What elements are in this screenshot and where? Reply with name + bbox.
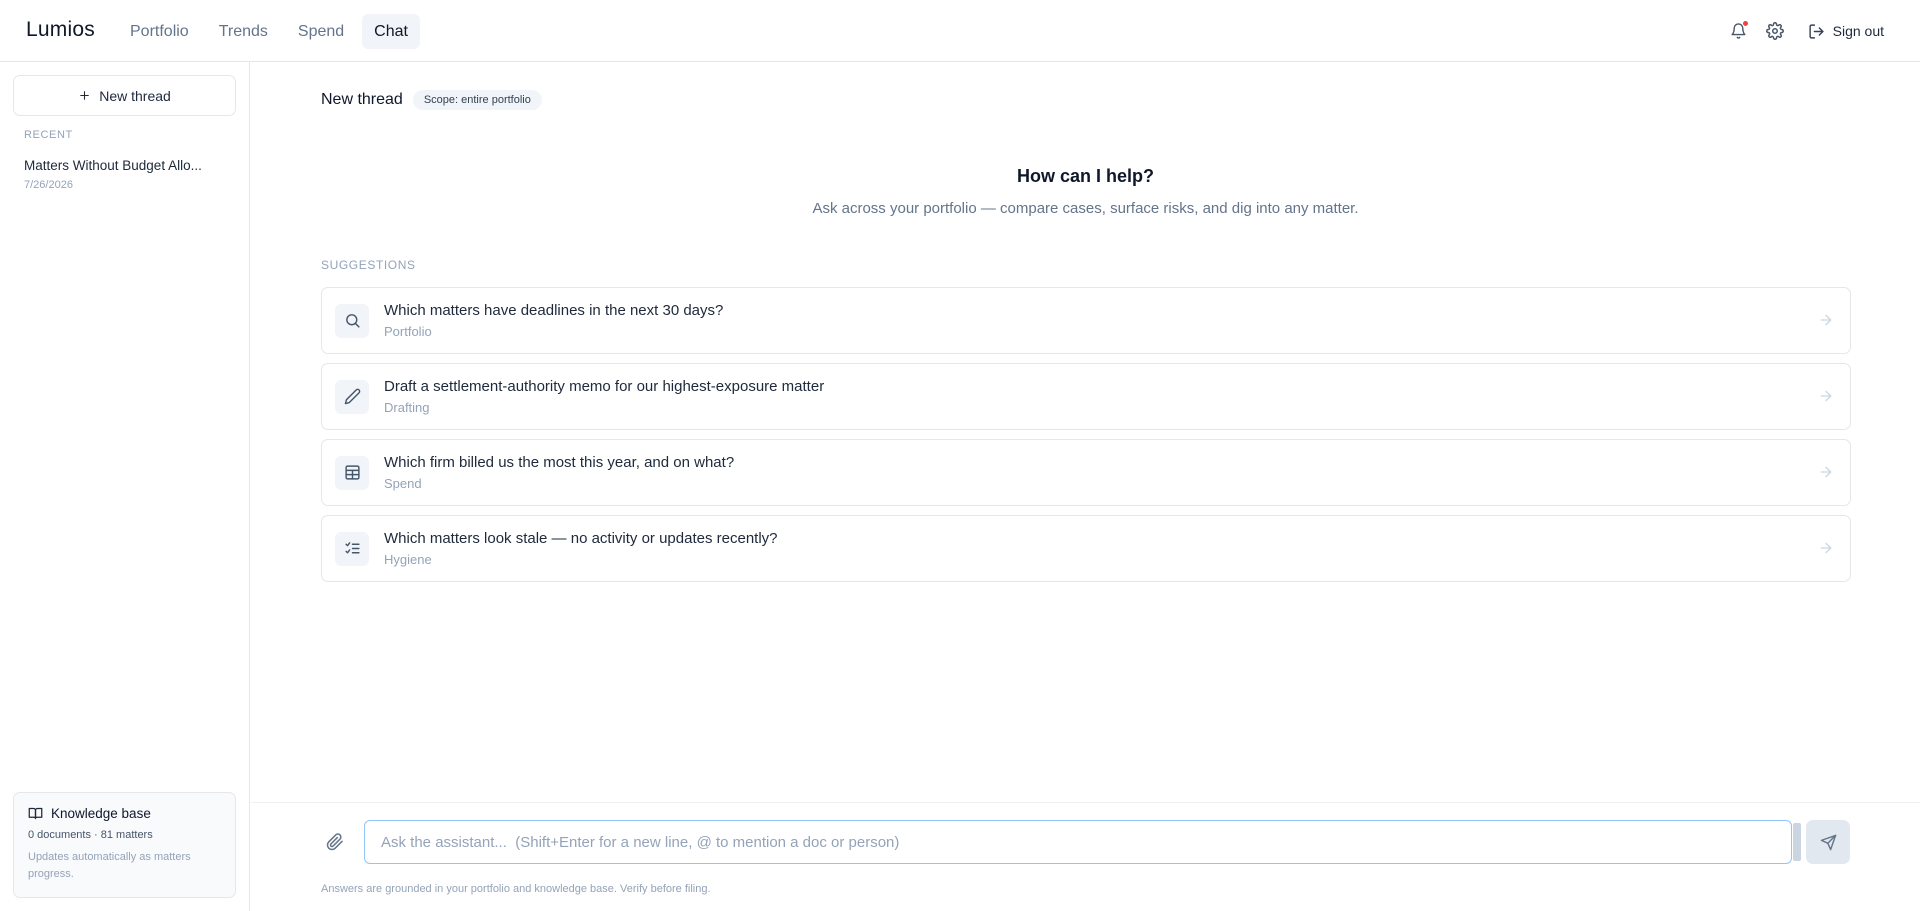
sign-out-label: Sign out (1832, 23, 1884, 39)
book-icon (28, 807, 43, 820)
suggestion-title: Draft a settlement-authority memo for ou… (384, 378, 825, 395)
new-thread-label: New thread (99, 87, 171, 104)
top-nav-bar: Lumios Portfolio Trends Spend Chat Sign … (0, 0, 1920, 62)
knowledge-base-note: Updates automatically as matters progres… (28, 851, 191, 880)
checklist-icon (335, 531, 369, 566)
suggestion-card[interactable]: Which firm billed us the most this year,… (321, 439, 1851, 506)
sign-out-icon (1809, 23, 1824, 39)
plus-icon (80, 91, 90, 100)
arrow-right-icon (1820, 542, 1832, 554)
chat-input[interactable] (364, 820, 1792, 864)
thread-item-title: Matters Without Budget Allo... (24, 158, 202, 173)
thread-item-date: 7/26/2026 (24, 179, 73, 191)
arrow-right-icon (1820, 466, 1832, 478)
nav-item-portfolio[interactable]: Portfolio (118, 14, 201, 49)
new-thread-button[interactable]: New thread (13, 75, 236, 116)
suggestion-card[interactable]: Draft a settlement-authority memo for ou… (321, 363, 1851, 430)
chat-composer: Answers are grounded in your portfolio a… (251, 802, 1920, 911)
suggestion-category: Hygiene (384, 552, 432, 567)
pencil-icon (335, 379, 369, 414)
suggestions-label: SUGGESTIONS (321, 258, 416, 272)
recent-thread-item[interactable]: Matters Without Budget Allo... 7/26/2026 (14, 152, 236, 197)
paperclip-icon[interactable] (326, 833, 344, 856)
suggestion-category: Drafting (384, 400, 430, 415)
table-icon (335, 455, 369, 490)
top-right-actions: Sign out (1728, 16, 1886, 46)
main-nav: Portfolio Trends Spend Chat (118, 14, 420, 49)
chat-main: New thread Scope: entire portfolio How c… (251, 62, 1920, 911)
send-button[interactable] (1806, 820, 1850, 864)
gear-icon[interactable] (1764, 16, 1786, 46)
knowledge-base-stats: 0 documents · 81 matters (28, 829, 153, 841)
sign-out-button[interactable]: Sign out (1806, 23, 1886, 40)
hero-title: How can I help? (1016, 166, 1154, 186)
suggestion-title: Which matters look stale — no activity o… (384, 530, 778, 547)
brand-logo[interactable]: Lumios (26, 18, 95, 42)
thread-sidebar: New thread RECENT Matters Without Budget… (0, 62, 250, 911)
scope-badge[interactable]: Scope: entire portfolio (412, 90, 542, 110)
bell-icon[interactable] (1728, 16, 1750, 46)
suggestions-list: Which matters have deadlines in the next… (321, 287, 1851, 591)
thread-title: New thread (321, 91, 403, 108)
nav-item-trends[interactable]: Trends (207, 14, 280, 49)
thread-header: New thread Scope: entire portfolio (321, 90, 542, 110)
search-icon (335, 303, 369, 338)
nav-item-chat[interactable]: Chat (362, 14, 420, 49)
knowledge-base-title: Knowledge base (51, 806, 151, 821)
suggestion-card[interactable]: Which matters have deadlines in the next… (321, 287, 1851, 354)
suggestion-category: Portfolio (384, 324, 432, 339)
knowledge-base-header: Knowledge base (28, 806, 221, 821)
suggestion-category: Spend (384, 476, 422, 491)
knowledge-base-card[interactable]: Knowledge base 0 documents · 81 matters … (13, 792, 236, 898)
send-icon (1820, 834, 1836, 850)
grounding-disclaimer: Answers are grounded in your portfolio a… (321, 883, 711, 895)
suggestion-title: Which matters have deadlines in the next… (384, 302, 724, 319)
nav-item-spend[interactable]: Spend (286, 14, 356, 49)
suggestion-card[interactable]: Which matters look stale — no activity o… (321, 515, 1851, 582)
notification-dot (1741, 20, 1749, 27)
recent-section-label: RECENT (24, 129, 73, 141)
hero-subtitle: Ask across your portfolio — compare case… (812, 200, 1359, 217)
arrow-right-icon (1820, 390, 1832, 402)
input-scrollbar[interactable] (1793, 823, 1801, 861)
suggestion-title: Which firm billed us the most this year,… (384, 454, 735, 471)
arrow-right-icon (1820, 314, 1832, 326)
